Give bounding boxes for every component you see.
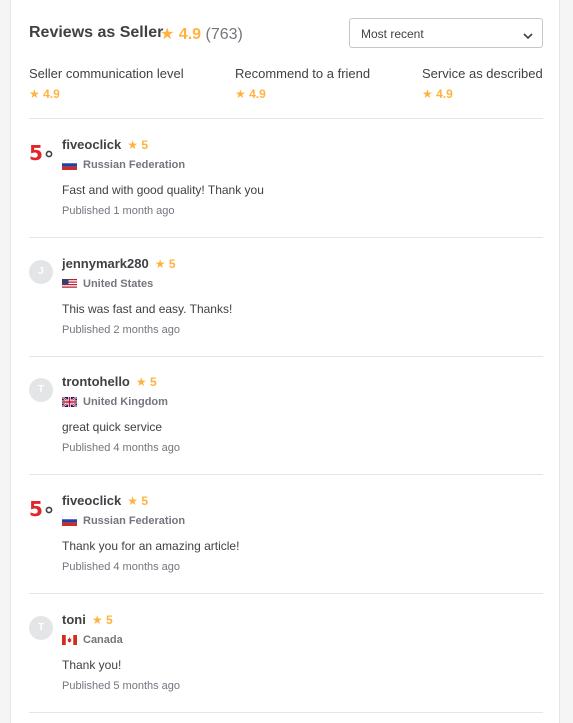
breakdown-label: Seller communication level xyxy=(29,66,184,81)
breakdown-as-described: Service as described ★ 4.9 xyxy=(422,66,543,101)
review-text: Thank you! xyxy=(62,658,122,672)
fiveoclock-logo-icon[interactable]: 5 xyxy=(29,497,53,521)
review-date: Published 2 months ago xyxy=(62,324,181,336)
ru-flag-icon xyxy=(62,516,77,526)
review-text: Thank you for an amazing article! xyxy=(62,539,240,553)
review-item: 5 fiveoclick ★ 5 Russian Federation Thank… xyxy=(29,475,543,593)
star-icon: ★ xyxy=(29,87,40,101)
review-country: United Kingdom xyxy=(62,396,168,408)
avatar[interactable]: T xyxy=(29,378,53,402)
avatar[interactable]: T xyxy=(29,616,53,640)
review-text: This was fast and easy. Thanks! xyxy=(62,302,233,316)
avatar[interactable]: J xyxy=(29,260,53,284)
chevron-down-icon xyxy=(523,29,533,43)
review-rating: ★ 5 xyxy=(127,494,149,508)
review-username[interactable]: trontohello ★ 5 xyxy=(62,374,157,389)
breakdown-value: 4.9 xyxy=(249,87,266,101)
star-icon: ★ xyxy=(127,138,139,152)
breakdown-value: 4.9 xyxy=(43,87,60,101)
overall-rating-value: 4.9 xyxy=(178,26,202,43)
review-username[interactable]: fiveoclick ★ 5 xyxy=(62,493,148,508)
review-country: United States xyxy=(62,278,153,290)
review-username[interactable]: jennymark280 ★ 5 xyxy=(62,256,176,271)
review-country: Russian Federation xyxy=(62,159,185,171)
review-rating: ★ 5 xyxy=(91,613,113,627)
review-date: Published 1 month ago xyxy=(62,205,175,217)
svg-text:5: 5 xyxy=(29,497,43,521)
uk-flag-icon xyxy=(62,397,77,407)
breakdown-communication: Seller communication level ★ 4.9 xyxy=(29,66,184,101)
sort-dropdown-value: Most recent xyxy=(361,27,424,41)
review-username[interactable]: toni ★ 5 xyxy=(62,612,113,627)
sort-dropdown[interactable]: Most recent xyxy=(349,18,543,48)
svg-text:5: 5 xyxy=(29,141,43,165)
ca-flag-icon xyxy=(62,635,77,645)
breakdown-recommend: Recommend to a friend ★ 4.9 xyxy=(235,66,370,101)
breakdown-label: Recommend to a friend xyxy=(235,66,371,81)
star-icon: ★ xyxy=(135,375,147,389)
review-date: Published 4 months ago xyxy=(62,561,181,573)
reviews-title: Reviews as Seller xyxy=(29,24,164,41)
overall-rating: ★ 4.9 (763) xyxy=(160,24,243,44)
review-rating: ★ 5 xyxy=(154,257,176,271)
review-item: 5 fiveoclick ★ 5 Russian Federation Fast … xyxy=(29,119,543,237)
star-icon: ★ xyxy=(160,26,175,43)
review-count: (763) xyxy=(205,26,243,43)
rating-breakdown: Seller communication level ★ 4.9 Recomme… xyxy=(29,66,549,106)
review-date: Published 5 months ago xyxy=(62,680,181,692)
ru-flag-icon xyxy=(62,160,77,170)
review-text: Fast and with good quality! Thank you xyxy=(62,183,264,197)
star-icon: ★ xyxy=(154,257,166,271)
review-item: T toni ★ 5 Canada Thank you! Published 5 … xyxy=(29,594,543,712)
reviews-panel: Reviews as Seller ★ 4.9 (763) Most recen… xyxy=(10,0,560,723)
review-text: great quick service xyxy=(62,420,163,434)
review-rating: ★ 5 xyxy=(127,138,149,152)
breakdown-label: Service as described xyxy=(422,66,543,81)
divider xyxy=(29,712,543,713)
review-item: J jennymark280 ★ 5 United States This was… xyxy=(29,238,543,356)
reviews-header: Reviews as Seller ★ 4.9 (763) Most recen… xyxy=(29,18,543,50)
review-country: Canada xyxy=(62,634,123,646)
review-date: Published 4 months ago xyxy=(62,442,181,454)
star-icon: ★ xyxy=(91,613,103,627)
review-username[interactable]: fiveoclick ★ 5 xyxy=(62,137,148,152)
breakdown-value: 4.9 xyxy=(436,87,453,101)
star-icon: ★ xyxy=(422,87,433,101)
review-rating: ★ 5 xyxy=(135,375,157,389)
fiveoclock-logo-icon[interactable]: 5 xyxy=(29,141,53,165)
star-icon: ★ xyxy=(235,87,246,101)
review-country: Russian Federation xyxy=(62,515,185,527)
review-item: T trontohello ★ 5 United Kingdom great qu… xyxy=(29,356,543,474)
us-flag-icon xyxy=(62,279,77,289)
star-icon: ★ xyxy=(127,494,139,508)
